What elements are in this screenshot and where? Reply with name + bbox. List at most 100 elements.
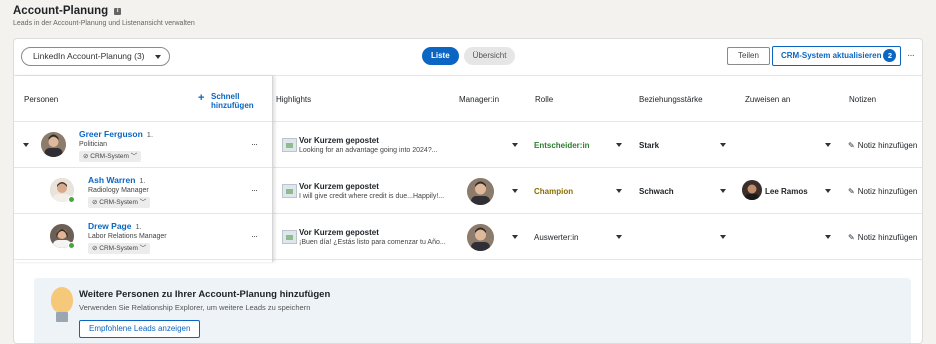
list-select-dropdown[interactable]: LinkedIn Account-Planung (3)	[21, 47, 170, 66]
info-icon[interactable]: i	[114, 8, 122, 15]
quick-add-line2: hinzufügen	[211, 101, 254, 110]
page-subtitle: Leads in der Account-Planung und Listena…	[13, 20, 195, 27]
person-title: Labor Relations Manager	[88, 233, 167, 240]
expand-caret-icon[interactable]	[23, 143, 29, 147]
crm-chip-label: CRM-System	[99, 245, 138, 252]
crm-chip-label: CRM-System	[90, 153, 129, 160]
add-people-banner: Weitere Personen zu Ihrer Account-Planun…	[34, 278, 911, 343]
manager-dropdown-icon[interactable]	[512, 143, 518, 147]
assign-dropdown-icon[interactable]	[825, 189, 831, 193]
lightbulb-icon	[51, 287, 73, 313]
assignee-name: Lee Ramos	[765, 187, 808, 196]
highlight-title[interactable]: Vor Kurzem gepostet	[299, 136, 379, 145]
banner-subtitle: Verwenden Sie Relationship Explorer, um …	[79, 303, 311, 312]
col-notes: Notizen	[849, 95, 877, 104]
quick-add-button[interactable]: + Schnell hinzufügen	[198, 92, 254, 110]
connection-degree: 1.	[139, 176, 146, 185]
show-recommended-leads-button[interactable]: Empfohlene Leads anzeigen	[79, 320, 201, 338]
assign-dropdown-icon[interactable]	[825, 235, 831, 239]
person-title: Politician	[79, 141, 108, 148]
pencil-icon: ✎	[848, 187, 855, 196]
add-note-label: Notiz hinzufügen	[857, 141, 918, 150]
crm-chip[interactable]: ⊘ CRM-System ﹀	[88, 197, 151, 208]
col-persons: Personen	[24, 95, 59, 104]
role-value: Entscheider:in	[534, 141, 590, 150]
role-value: Auswerter:in	[534, 233, 579, 242]
highlight-text: ¡Buen día! ¿Estás listo para comenzar tu…	[299, 239, 446, 246]
pencil-icon: ✎	[848, 141, 855, 150]
role-dropdown-icon[interactable]	[616, 235, 622, 239]
highlight-text: Looking for an advantage going into 2024…	[299, 147, 438, 154]
row-more-icon[interactable]: ···	[251, 185, 258, 195]
persons-column: Personen + Schnell hinzufügen Greer Ferg…	[14, 76, 273, 262]
assign-dropdown-icon[interactable]	[825, 143, 831, 147]
online-status-icon	[68, 196, 75, 203]
highlight-title[interactable]: Vor Kurzem gepostet	[299, 182, 379, 191]
role-value: Champion	[534, 187, 574, 196]
banner-title: Weitere Personen zu Ihrer Account-Planun…	[79, 289, 331, 300]
strength-dropdown-icon[interactable]	[720, 235, 726, 239]
manager-avatar[interactable]	[467, 224, 494, 251]
post-thumbnail	[282, 184, 297, 198]
add-note-label: Notiz hinzufügen	[857, 233, 918, 242]
row-more-icon[interactable]: ···	[251, 231, 258, 241]
connection-degree: 1.	[146, 130, 154, 139]
view-toggle: Liste Übersicht	[422, 47, 516, 65]
row-more-icon[interactable]: ···	[251, 139, 258, 149]
col-highlights: Highlights	[276, 95, 312, 104]
crm-chip[interactable]: ⊘ CRM-System ﹀	[79, 151, 142, 162]
crm-update-label: CRM-System aktualisieren	[781, 51, 882, 60]
person-name-link[interactable]: Ash Warren 1.	[88, 175, 146, 185]
page-title: Account-Planung	[13, 5, 109, 17]
crm-update-button[interactable]: CRM-System aktualisieren 2	[772, 46, 902, 66]
online-status-icon	[68, 242, 75, 249]
crm-chip-label: CRM-System	[99, 199, 138, 206]
person-row: Greer Ferguson 1. Politician ⊘ CRM-System…	[14, 122, 272, 168]
highlight-title[interactable]: Vor Kurzem gepostet	[299, 228, 379, 237]
manager-dropdown-icon[interactable]	[512, 189, 518, 193]
strength-value: Schwach	[639, 187, 674, 196]
crm-chip[interactable]: ⊘ CRM-System ﹀	[88, 243, 151, 254]
manager-avatar[interactable]	[467, 178, 494, 205]
persons-header: Personen + Schnell hinzufügen	[14, 76, 272, 122]
avatar[interactable]	[41, 132, 66, 157]
strength-value: Stark	[639, 141, 660, 150]
strength-dropdown-icon[interactable]	[720, 189, 726, 193]
add-note-button[interactable]: ✎ Notiz hinzufügen	[848, 233, 917, 242]
person-row: Drew Page 1. Labor Relations Manager ⊘ CR…	[14, 214, 272, 260]
page-header: Account-Planung i Leads in der Account-Pl…	[13, 5, 195, 27]
col-role: Rolle	[535, 95, 554, 104]
assignee-avatar	[742, 180, 762, 200]
person-row: Ash Warren 1. Radiology Manager ⊘ CRM-Sys…	[14, 168, 272, 214]
connection-degree: 1.	[135, 222, 142, 231]
person-name: Greer Ferguson	[79, 129, 143, 139]
post-thumbnail	[282, 230, 297, 244]
post-thumbnail	[282, 138, 297, 152]
view-list-button[interactable]: Liste	[422, 47, 459, 65]
plus-icon: +	[198, 92, 205, 104]
share-button[interactable]: Teilen	[727, 47, 770, 65]
manager-dropdown-icon[interactable]	[512, 235, 518, 239]
col-strength: Beziehungsstärke	[639, 95, 703, 104]
lightbulb-base	[56, 312, 68, 322]
toolbar: LinkedIn Account-Planung (3) Liste Übers…	[14, 39, 922, 76]
role-dropdown-icon[interactable]	[616, 143, 622, 147]
add-note-button[interactable]: ✎ Notiz hinzufügen	[848, 141, 917, 150]
role-dropdown-icon[interactable]	[616, 189, 622, 193]
person-name-link[interactable]: Greer Ferguson 1.	[79, 129, 153, 139]
col-manager: Manager:in	[459, 95, 500, 104]
pencil-icon: ✎	[848, 233, 855, 242]
account-plan-card: LinkedIn Account-Planung (3) Liste Übers…	[13, 38, 923, 344]
person-title: Radiology Manager	[88, 187, 149, 194]
view-overview-button[interactable]: Übersicht	[463, 47, 516, 65]
crm-count-badge: 2	[883, 49, 897, 62]
highlight-text: I will give credit where credit is due..…	[299, 193, 445, 200]
add-note-button[interactable]: ✎ Notiz hinzufügen	[848, 187, 917, 196]
person-name: Drew Page	[88, 221, 132, 231]
quick-add-line1: Schnell	[211, 92, 240, 101]
add-note-label: Notiz hinzufügen	[857, 187, 918, 196]
more-options-icon[interactable]: ···	[907, 50, 915, 61]
col-assign: Zuweisen an	[745, 95, 791, 104]
strength-dropdown-icon[interactable]	[720, 143, 726, 147]
person-name-link[interactable]: Drew Page 1.	[88, 221, 142, 231]
